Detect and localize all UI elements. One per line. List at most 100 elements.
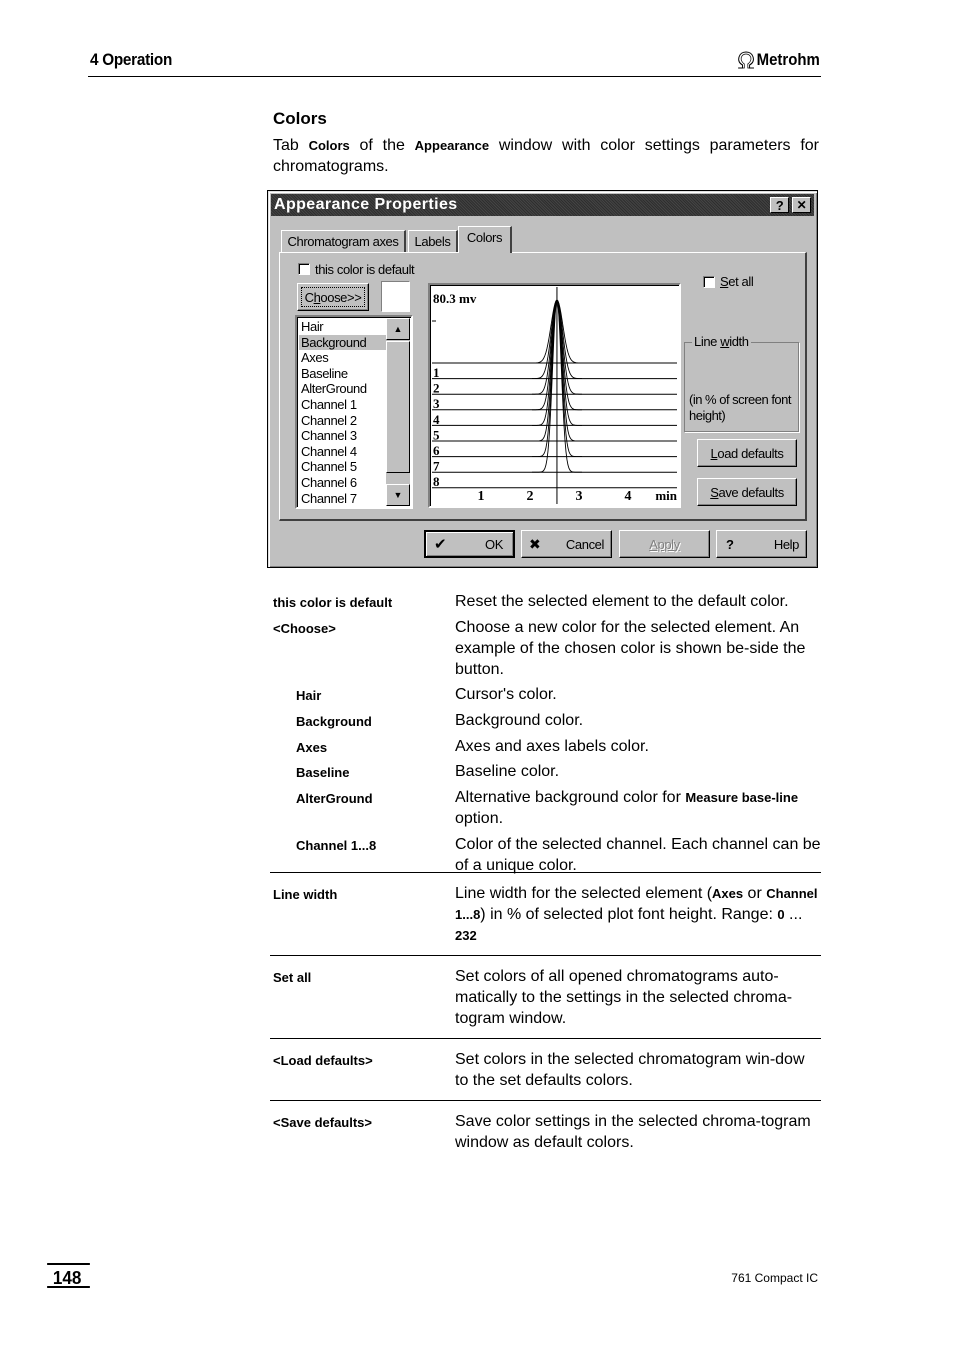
header-rule xyxy=(88,76,821,77)
list-item[interactable]: Background xyxy=(299,334,389,351)
help-icon: ? xyxy=(775,197,784,213)
table-divider xyxy=(270,872,821,873)
list-item[interactable]: Baseline xyxy=(299,366,389,382)
line-width-group: Line width (in % of screen font height) xyxy=(684,334,799,432)
channel-label: 1 xyxy=(433,365,440,380)
table-divider xyxy=(270,1038,821,1039)
arrow-down-icon: ▼ xyxy=(393,490,403,500)
set-all-checkbox[interactable] xyxy=(703,276,715,288)
tab-labels[interactable]: Labels xyxy=(408,230,458,252)
channel-label: 7 xyxy=(433,459,440,474)
dialog-title: Appearance Properties xyxy=(274,196,458,213)
list-item[interactable]: Channel 4 xyxy=(299,444,389,460)
list-item[interactable]: Channel 5 xyxy=(299,459,389,475)
close-button[interactable]: ✕ xyxy=(792,197,811,213)
set-all-label: Set all xyxy=(720,274,754,289)
chromatogram-preview-svg: 80.3 mv123456781 2 3 4 min xyxy=(432,287,678,504)
description-term: Baseline xyxy=(296,765,350,780)
description-term: Line width xyxy=(273,887,338,902)
section-title: Colors xyxy=(273,109,327,128)
table-divider xyxy=(270,955,821,956)
scroll-thumb[interactable] xyxy=(386,341,410,473)
list-item[interactable]: Channel 7 xyxy=(299,491,389,507)
y-axis-max-label: 80.3 mv xyxy=(433,291,477,306)
channel-label: 4 xyxy=(433,412,440,427)
question-icon: ? xyxy=(726,536,734,552)
help-title-button[interactable]: ? xyxy=(770,197,789,213)
help-button[interactable]: ? Help xyxy=(716,530,807,558)
x-tick-label: 3 xyxy=(576,489,583,504)
tab-chromatogram-axes[interactable]: Chromatogram axes xyxy=(281,230,406,252)
description-term: <Save defaults> xyxy=(273,1115,372,1130)
description-text: Axes and axes labels color. xyxy=(455,738,649,755)
scroll-up-button[interactable]: ▲ xyxy=(386,318,410,340)
choose-button[interactable]: Choose>> xyxy=(297,283,369,311)
x-tick-label: 1 xyxy=(478,489,485,504)
list-item[interactable]: Channel 3 xyxy=(299,428,389,444)
cancel-button[interactable]: ✖ Cancel xyxy=(521,530,612,558)
channel-label: 6 xyxy=(433,443,440,458)
list-item[interactable]: Axes xyxy=(299,350,389,366)
list-item[interactable]: Channel 2 xyxy=(299,413,389,429)
list-item[interactable]: Hair xyxy=(299,319,389,335)
description-text: Baseline color. xyxy=(455,763,560,780)
list-item[interactable]: Channel 1 xyxy=(299,397,389,413)
channel-label: 8 xyxy=(433,474,440,489)
tab-colors[interactable]: Colors xyxy=(458,226,512,253)
list-item[interactable]: Channel 6 xyxy=(299,475,389,491)
description-text: Line width for the selected element (Axe… xyxy=(455,885,818,943)
dialog-titlebar[interactable]: Appearance Properties ? ✕ xyxy=(271,194,814,216)
omega-logo-icon xyxy=(738,51,755,69)
description-text: Set colors in the selected chromatogram … xyxy=(455,1051,805,1089)
description-text: Set colors of all opened chromatograms a… xyxy=(455,968,793,1027)
line-width-group-title: Line width xyxy=(692,334,751,349)
apply-button[interactable]: Apply xyxy=(619,530,710,558)
page-number: 148 xyxy=(47,1263,90,1288)
list-item[interactable]: AlterGround xyxy=(299,381,389,397)
x-axis-unit: min xyxy=(655,488,677,503)
brand-logo: Metrohm xyxy=(737,50,820,70)
description-term: Axes xyxy=(296,740,328,755)
description-term: Hair xyxy=(296,688,322,703)
line-width-note: (in % of screen font height) xyxy=(689,392,792,423)
description-term: Channel 1...8 xyxy=(296,838,377,853)
description-term: <Choose> xyxy=(273,621,336,636)
description-term: <Load defaults> xyxy=(273,1053,373,1068)
save-defaults-button[interactable]: Save defaults xyxy=(697,478,797,506)
scroll-down-button[interactable]: ▼ xyxy=(386,484,410,506)
description-text: Background color. xyxy=(455,712,584,729)
element-listbox[interactable]: Hair Background Axes Baseline AlterGround Cha… xyxy=(295,315,413,509)
chapter-header: 4 Operation xyxy=(90,50,173,69)
channel-label: 5 xyxy=(433,427,440,442)
description-text: Alternative background color for Measure… xyxy=(455,789,799,827)
element-list-items: Hair Background Axes Baseline AlterGround Cha… xyxy=(299,319,389,506)
intro-paragraph: Tab Colors of the Appearance window with… xyxy=(273,137,819,175)
x-tick-label: 2 xyxy=(527,489,534,504)
description-term: Background xyxy=(296,714,372,729)
load-defaults-button[interactable]: Load defaults xyxy=(697,439,797,467)
description-table: this color is default Reset the selected … xyxy=(270,588,821,1168)
description-text: Choose a new color for the selected elem… xyxy=(455,619,806,678)
ok-button[interactable]: ✔ OK xyxy=(424,530,515,558)
x-tick-label: 4 xyxy=(625,489,632,504)
description-text: Cursor's color. xyxy=(455,686,557,703)
description-term: Set all xyxy=(273,970,312,985)
color-preview-swatch xyxy=(381,281,410,312)
description-text: Reset the selected element to the defaul… xyxy=(455,593,789,610)
checkmark-icon: ✔ xyxy=(434,536,447,553)
table-divider xyxy=(270,1100,821,1101)
chromatogram-preview: 80.3 mv 1 2 3 4 5 6 7 8 1 2 3 4 min xyxy=(428,283,681,508)
channel-label: 3 xyxy=(433,396,440,411)
this-color-is-default-checkbox[interactable] xyxy=(298,263,310,275)
this-color-is-default-label: this color is default xyxy=(315,262,415,277)
product-name: 761 Compact IC xyxy=(731,1271,818,1285)
channel-label: 2 xyxy=(433,381,440,396)
close-icon: ✕ xyxy=(796,198,807,212)
listbox-scrollbar[interactable]: ▲ ▼ xyxy=(386,318,410,506)
description-text: Save color settings in the selected chro… xyxy=(455,1113,811,1151)
description-term: this color is default xyxy=(273,595,393,610)
description-term: AlterGround xyxy=(296,791,373,806)
brand-name: Metrohm xyxy=(756,50,820,69)
arrow-up-icon: ▲ xyxy=(393,324,403,334)
cross-icon: ✖ xyxy=(529,535,541,552)
